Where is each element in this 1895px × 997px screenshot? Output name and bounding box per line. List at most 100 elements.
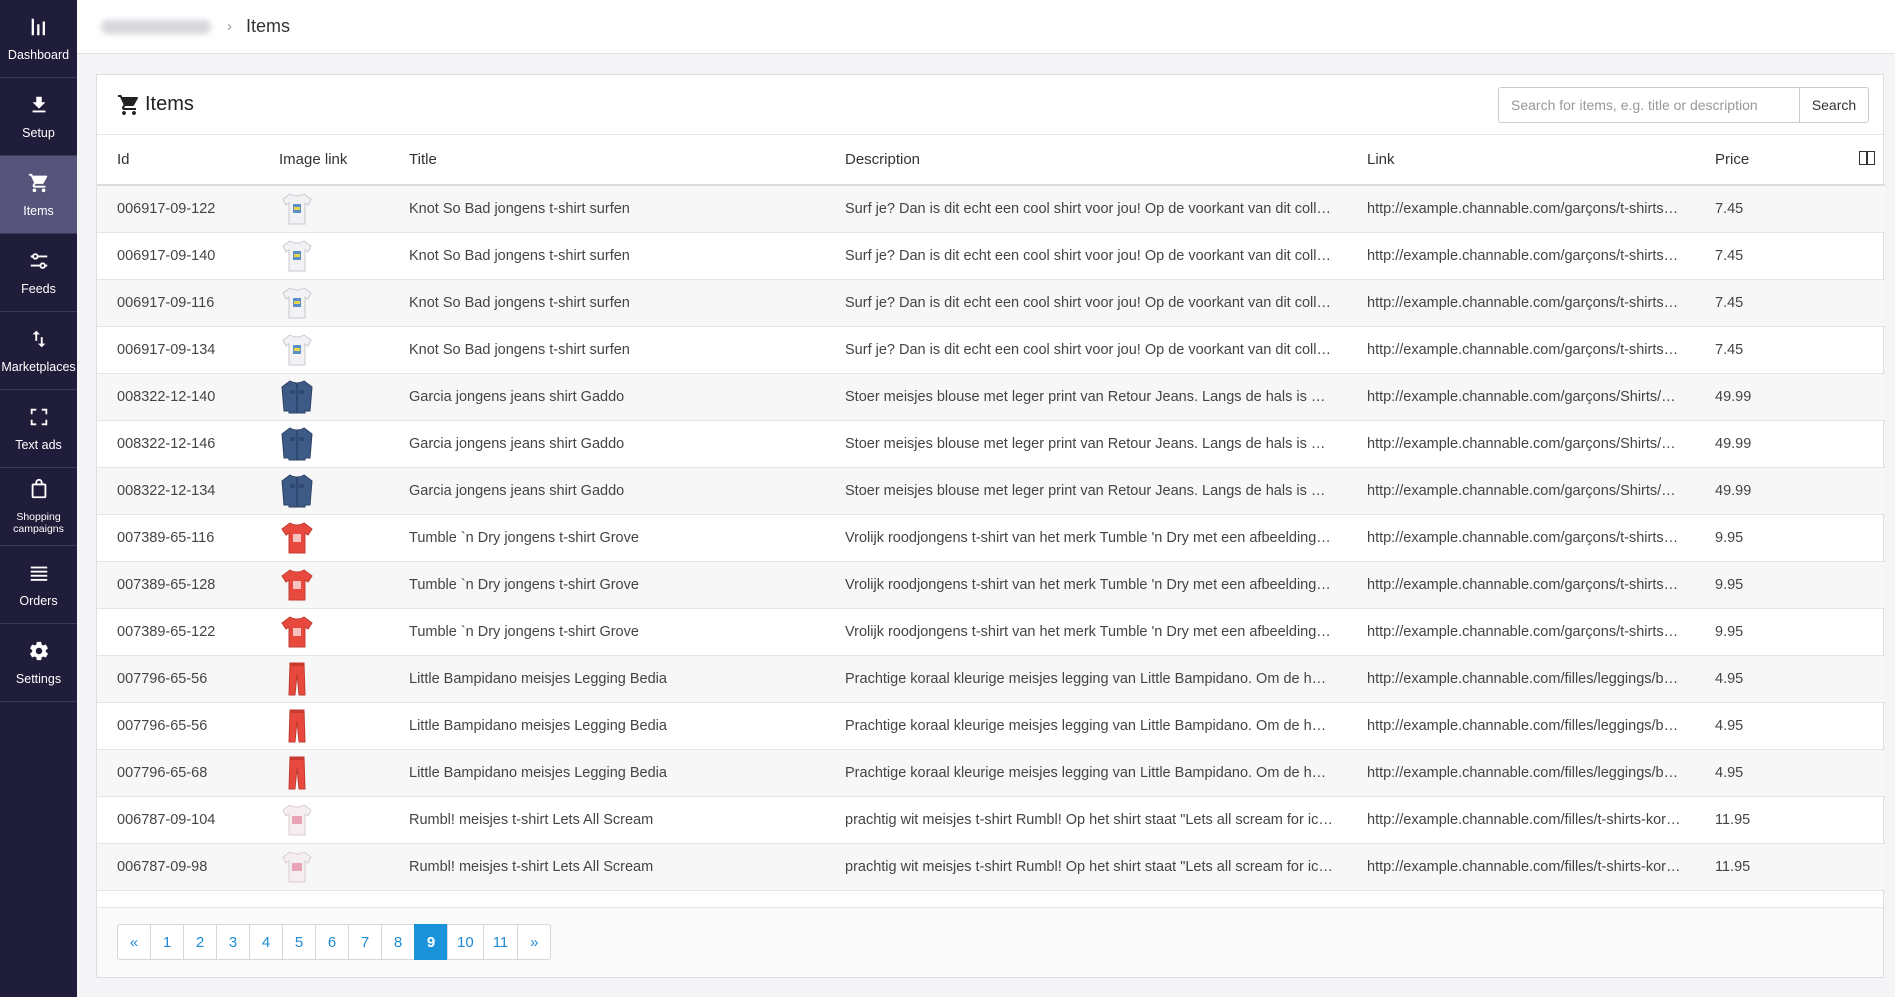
cell-title: Knot So Bad jongens t-shirt surfen [389,279,825,327]
sidebar-item-label: Settings [15,671,62,686]
product-thumbnail-tshirt-red [279,519,375,557]
sidebar-item-shopping-campaigns[interactable]: Shopping campaigns [0,468,77,546]
sidebar-item-settings[interactable]: Settings [0,624,77,702]
table-row[interactable]: 007389-65-116 Tumble `n Dry jongens t-shi… [97,514,1885,562]
cell-title: Tumble `n Dry jongens t-shirt Grove [389,514,825,562]
cell-link: http://example.channable.com/garçons/t-s… [1347,608,1695,656]
cell-link: http://example.channable.com/garçons/t-s… [1347,514,1695,562]
pagination-next-button[interactable]: » [517,924,552,960]
cell-image [259,185,389,233]
cell-image [259,796,389,844]
product-thumbnail-legging-red [279,707,375,745]
sidebar-item-text-ads[interactable]: Text ads [0,390,77,468]
table-row[interactable]: 008322-12-140 Garcia jongens jeans shirt … [97,373,1885,421]
column-header-description[interactable]: Description [825,135,1347,186]
cell-image [259,373,389,421]
cell-title: Tumble `n Dry jongens t-shirt Grove [389,608,825,656]
sidebar-item-dashboard[interactable]: Dashboard [0,0,77,78]
search-input[interactable] [1498,86,1799,123]
cell-title: Garcia jongens jeans shirt Gaddo [389,467,825,515]
cell-description: Stoer meisjes blouse met leger print van… [825,467,1347,515]
product-thumbnail-jeans-shirt [279,378,375,416]
pagination-page-11[interactable]: 11 [482,924,519,960]
pagination-page-2[interactable]: 2 [183,924,217,960]
cell-description: Vrolijk roodjongens t-shirt van het merk… [825,608,1347,656]
cell-price: 11.95 [1695,843,1885,891]
column-header-title[interactable]: Title [389,135,825,186]
cell-link: http://example.channable.com/garçons/t-s… [1347,232,1695,280]
sidebar-item-marketplaces[interactable]: Marketplaces [0,312,77,390]
breadcrumb-project-redacted[interactable] [101,19,211,34]
pagination-page-7[interactable]: 7 [348,924,382,960]
table-row[interactable]: 008322-12-146 Garcia jongens jeans shirt … [97,420,1885,468]
cell-price: 49.99 [1695,420,1885,468]
table-row[interactable]: 007796-65-56 Little Bampidano meisjes Leg… [97,655,1885,703]
cell-description: Prachtige koraal kleurige meisjes leggin… [825,655,1347,703]
pagination-page-1[interactable]: 1 [150,924,184,960]
pagination-prev-button[interactable]: « [117,924,151,960]
cell-description: Vrolijk roodjongens t-shirt van het merk… [825,561,1347,609]
pagination-page-6[interactable]: 6 [315,924,349,960]
table-row[interactable]: 006787-09-104 Rumbl! meisjes t-shirt Lets… [97,796,1885,844]
panel-title-text: Items [145,93,194,115]
table-row[interactable]: 008322-12-134 Garcia jongens jeans shirt … [97,467,1885,515]
column-header-id[interactable]: Id [97,135,259,186]
product-thumbnail-tshirt-red [279,613,375,651]
sidebar-item-label: Items [23,203,54,218]
pagination-page-3[interactable]: 3 [216,924,250,960]
cell-image [259,561,389,609]
column-header-price-label: Price [1715,150,1750,168]
cell-description: Surf je? Dan is dit echt een cool shirt … [825,279,1347,327]
pagination-page-10[interactable]: 10 [447,924,484,960]
cell-description: prachtig wit meisjes t-shirt Rumbl! Op h… [825,796,1347,844]
table-row[interactable]: 006787-09-98 Rumbl! meisjes t-shirt Lets … [97,843,1885,891]
sidebar-item-orders[interactable]: Orders [0,546,77,624]
sidebar-item-setup[interactable]: Setup [0,78,77,156]
breadcrumb-separator-icon: › [227,18,232,35]
pagination-page-9[interactable]: 9 [414,924,448,960]
cell-link: http://example.channable.com/filles/legg… [1347,655,1695,703]
pagination-page-4[interactable]: 4 [249,924,283,960]
cell-title: Little Bampidano meisjes Legging Bedia [389,655,825,703]
sidebar-item-feeds[interactable]: Feeds [0,234,77,312]
cell-description: Stoer meisjes blouse met leger print van… [825,373,1347,421]
column-toggle-icon[interactable] [1859,150,1875,165]
cell-title: Little Bampidano meisjes Legging Bedia [389,702,825,750]
cell-title: Garcia jongens jeans shirt Gaddo [389,420,825,468]
table-row[interactable]: 007389-65-128 Tumble `n Dry jongens t-shi… [97,561,1885,609]
cell-price: 7.45 [1695,185,1885,233]
cell-link: http://example.channable.com/garçons/t-s… [1347,185,1695,233]
cell-id: 007796-65-68 [97,749,259,797]
table-row[interactable]: 007796-65-56 Little Bampidano meisjes Leg… [97,702,1885,750]
cell-id: 007389-65-116 [97,514,259,562]
page-title: Items [117,93,194,117]
cell-id: 006917-09-122 [97,185,259,233]
pagination-page-8[interactable]: 8 [381,924,415,960]
table-row[interactable]: 006917-09-134 Knot So Bad jongens t-shirt… [97,326,1885,374]
table-row[interactable]: 006917-09-116 Knot So Bad jongens t-shirt… [97,279,1885,327]
table-row[interactable]: 006917-09-122 Knot So Bad jongens t-shirt… [97,185,1885,233]
column-header-image[interactable]: Image link [259,135,389,186]
column-header-price[interactable]: Price [1695,135,1885,186]
sidebar-item-label: Feeds [21,281,56,296]
product-thumbnail-tshirt-pink [279,801,375,839]
table-row[interactable]: 007796-65-68 Little Bampidano meisjes Leg… [97,749,1885,797]
table-row[interactable]: 006917-09-140 Knot So Bad jongens t-shirt… [97,232,1885,280]
bar-chart-icon [28,16,50,49]
cell-image [259,232,389,280]
sidebar-item-items[interactable]: Items [0,156,77,234]
cell-price: 9.95 [1695,608,1885,656]
table-row[interactable]: 007389-65-122 Tumble `n Dry jongens t-shi… [97,608,1885,656]
product-thumbnail-tshirt-white [279,237,375,275]
arrows-updown-icon [28,328,50,361]
search-button[interactable]: Search [1799,86,1869,123]
sidebar-item-label: Text ads [15,437,62,452]
search-group: Search [1498,86,1869,123]
cell-id: 006787-09-104 [97,796,259,844]
cell-price: 4.95 [1695,655,1885,703]
column-header-link[interactable]: Link [1347,135,1695,186]
download-icon [28,94,50,127]
cell-link: http://example.channable.com/garçons/t-s… [1347,326,1695,374]
pagination-page-5[interactable]: 5 [282,924,316,960]
cart-icon [118,94,138,115]
